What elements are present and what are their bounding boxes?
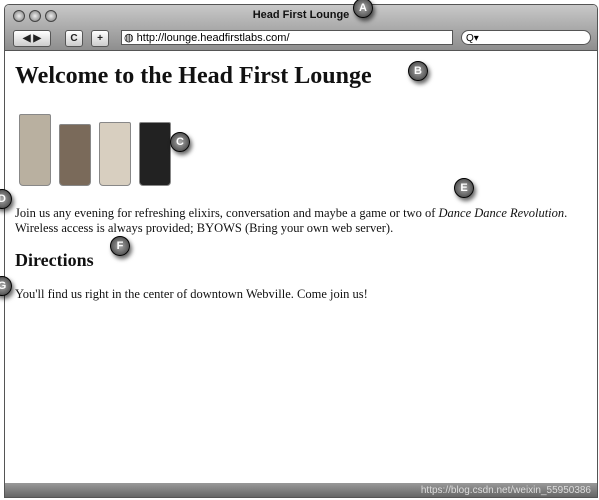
url-text: http://lounge.headfirstlabs.com/: [136, 32, 290, 44]
window-title: Head First Lounge: [252, 9, 350, 21]
forward-icon[interactable]: ▶: [33, 33, 41, 44]
globe-icon: ◍: [124, 32, 137, 44]
add-bookmark-button[interactable]: +: [91, 30, 109, 47]
back-icon[interactable]: ◀: [23, 33, 31, 44]
drink-glass: [139, 122, 171, 186]
page-content: Welcome to the Head First Lounge Join us…: [15, 55, 589, 302]
drink-glass: [99, 122, 131, 186]
annotation-marker: F: [110, 236, 130, 256]
annotation-marker: C: [170, 132, 190, 152]
watermark: https://blog.csdn.net/weixin_55950386: [420, 485, 591, 496]
drink-glass: [19, 114, 51, 186]
directions-heading: Directions: [15, 250, 94, 270]
drinks-image: [19, 110, 589, 186]
title-bar: Head First Lounge ◀ ▶ C + ◍ http://loung…: [5, 5, 597, 51]
annotation-marker: B: [408, 61, 428, 81]
reload-button[interactable]: C: [65, 30, 83, 47]
drink-glass: [59, 124, 91, 186]
intro-paragraph: Join us any evening for refreshing elixi…: [15, 206, 589, 236]
annotation-marker: E: [454, 178, 474, 198]
search-field[interactable]: Q▾: [461, 30, 591, 45]
window-bottom-bar: https://blog.csdn.net/weixin_55950386: [5, 483, 597, 497]
search-icon: Q▾: [466, 33, 479, 44]
intro-text: Join us any evening for refreshing elixi…: [15, 206, 439, 220]
ddr-emphasis: Dance Dance Revolution: [438, 206, 565, 220]
browser-window: Head First Lounge ◀ ▶ C + ◍ http://loung…: [4, 4, 598, 498]
back-forward-button[interactable]: ◀ ▶: [13, 30, 51, 47]
directions-paragraph: You'll find us right in the center of do…: [15, 287, 368, 301]
page-heading: Welcome to the Head First Lounge: [15, 63, 372, 89]
address-bar[interactable]: ◍ http://lounge.headfirstlabs.com/: [121, 30, 453, 45]
